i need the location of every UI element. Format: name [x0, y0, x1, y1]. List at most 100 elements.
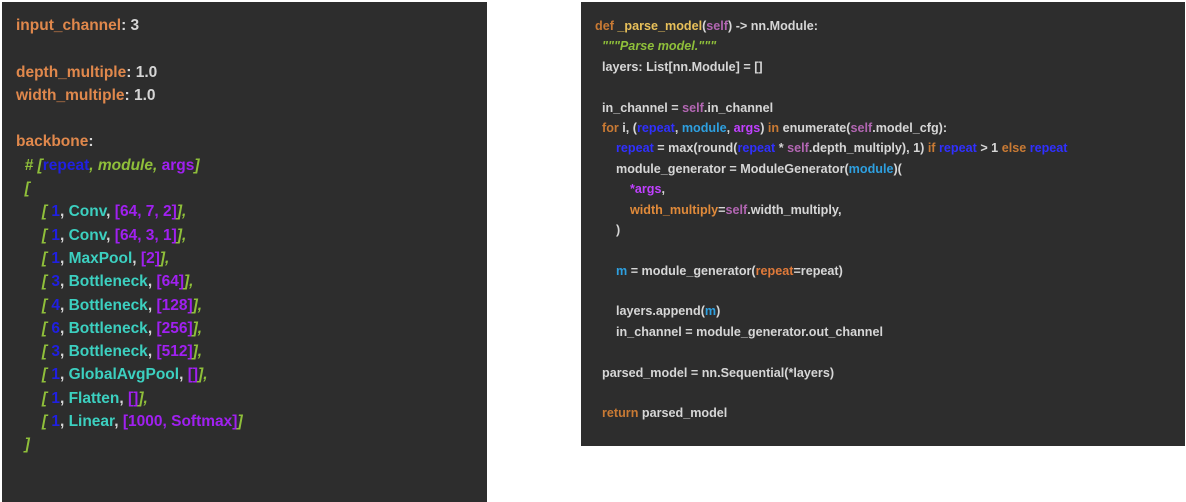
- code-line: module_generator = ModuleGenerator(modul…: [595, 159, 1185, 179]
- code-token: = module_generator(: [627, 263, 756, 278]
- code-line: in_channel = module_generator.out_channe…: [595, 322, 1185, 342]
- code-token: ,: [674, 120, 682, 135]
- code-token: enumerate(: [782, 120, 851, 135]
- code-token: self: [706, 19, 728, 33]
- code-token: []: [187, 366, 199, 384]
- yaml-line: depth_multiple: 1.0: [16, 61, 487, 84]
- code-token: [: [16, 343, 52, 361]
- code-token: ,: [59, 319, 69, 337]
- code-token: Flatten: [68, 389, 120, 407]
- code-token: module_generator = ModuleGenerator(: [595, 161, 849, 176]
- yaml-line: [16, 37, 487, 60]
- code-line: layers.append(m): [595, 301, 1185, 321]
- code-token: )(: [893, 161, 902, 176]
- code-token: ,: [59, 203, 69, 221]
- code-token: : 1.0: [126, 63, 158, 81]
- code-line: def _parse_model(self) -> nn.Module:: [595, 16, 1185, 36]
- code-token: 6: [51, 319, 60, 337]
- yaml-line: [ 4, Bottleneck, [128]],: [16, 294, 487, 317]
- code-token: repeat: [42, 156, 90, 174]
- yaml-line: [: [16, 177, 487, 200]
- yaml-line: [ 1, GlobalAvgPool, []],: [16, 363, 487, 386]
- code-token: Conv: [68, 203, 107, 221]
- code-token: parsed_model: [641, 406, 728, 421]
- yaml-line: [ 1, MaxPool, [2]],: [16, 247, 487, 270]
- code-token: Bottleneck: [68, 343, 148, 361]
- code-line: return parsed_model: [595, 403, 1185, 423]
- code-token: ]: [237, 413, 243, 431]
- code-token: ],: [192, 343, 203, 361]
- code-token: repeat: [939, 141, 977, 156]
- code-token: ): [760, 120, 768, 135]
- code-token: Bottleneck: [68, 273, 148, 291]
- code-token: ],: [184, 273, 194, 291]
- code-token: ],: [198, 366, 208, 384]
- code-token: = max(round(: [653, 141, 738, 156]
- code-token: ,: [59, 226, 69, 244]
- code-token: [: [16, 296, 52, 314]
- code-line: layers: List[nn.Module] = []: [595, 57, 1185, 77]
- code-token: :: [88, 133, 94, 151]
- code-token: width_multiply: [630, 202, 719, 217]
- code-token: backbone: [16, 133, 89, 151]
- yaml-line: width_multiple: 1.0: [16, 84, 487, 107]
- code-token: ,: [106, 203, 115, 221]
- code-token: _parse_model: [617, 19, 703, 33]
- code-token: ],: [159, 249, 170, 267]
- code-token: Linear: [68, 413, 115, 431]
- code-token: m: [704, 304, 717, 319]
- code-token: Bottleneck: [68, 296, 148, 314]
- code-token: ],: [176, 226, 187, 244]
- code-token: MaxPool: [68, 249, 133, 267]
- code-line: parsed_model = nn.Sequential(*layers): [595, 363, 1185, 383]
- code-token: else: [1001, 141, 1030, 156]
- code-token: """Parse model.""": [595, 39, 717, 54]
- code-token: 1: [51, 413, 60, 431]
- code-token: width_multiple: [16, 86, 125, 104]
- code-token: ,: [132, 249, 141, 267]
- yaml-line: [ 1, Conv, [64, 3, 1]],: [16, 224, 487, 247]
- code-token: [: [16, 389, 52, 407]
- yaml-line: [ 1, Linear, [1000, Softmax]]: [16, 410, 487, 433]
- code-line: m = module_generator(repeat=repeat): [595, 261, 1185, 281]
- code-token: =repeat): [793, 263, 843, 278]
- code-token: 1: [51, 366, 60, 384]
- code-token: ,: [59, 296, 69, 314]
- code-token: repeat: [737, 141, 776, 156]
- code-token: i, (: [622, 120, 637, 135]
- code-token: Bottleneck: [68, 319, 148, 337]
- code-token: *args: [630, 182, 662, 197]
- code-token: [: [16, 180, 30, 198]
- code-token: self: [787, 141, 809, 156]
- code-token: in_channel =: [595, 100, 683, 115]
- code-token: repeat: [616, 141, 654, 156]
- code-token: [: [16, 226, 52, 244]
- yaml-line: [ 1, Flatten, []],: [16, 387, 487, 410]
- code-token: GlobalAvgPool: [68, 366, 180, 384]
- code-token: ,: [106, 226, 115, 244]
- code-token: 1: [51, 249, 60, 267]
- code-token: self: [725, 202, 748, 217]
- code-token: .width_multiply,: [747, 202, 842, 217]
- code-token: ],: [192, 319, 203, 337]
- code-token: return: [595, 406, 642, 421]
- yaml-config-panel: input_channel: 3 depth_multiple: 1.0 width…: [2, 2, 487, 502]
- code-token: [512]: [156, 343, 193, 361]
- code-token: []: [128, 389, 139, 407]
- code-token: ,: [114, 413, 123, 431]
- code-token: 4: [51, 296, 60, 314]
- code-token: repeat: [755, 263, 794, 278]
- yaml-line: [ 3, Bottleneck, [64]],: [16, 270, 487, 293]
- code-token: repeat: [637, 120, 675, 135]
- code-token: m: [616, 263, 628, 278]
- code-token: ,: [59, 249, 69, 267]
- code-token: ,: [59, 366, 69, 384]
- yaml-line: # [repeat, module, args]: [16, 154, 487, 177]
- code-token: ,: [59, 273, 69, 291]
- code-token: layers.append(: [595, 304, 705, 319]
- code-token: [: [16, 203, 52, 221]
- code-token: 1: [51, 226, 60, 244]
- code-line: """Parse model.""": [595, 36, 1185, 56]
